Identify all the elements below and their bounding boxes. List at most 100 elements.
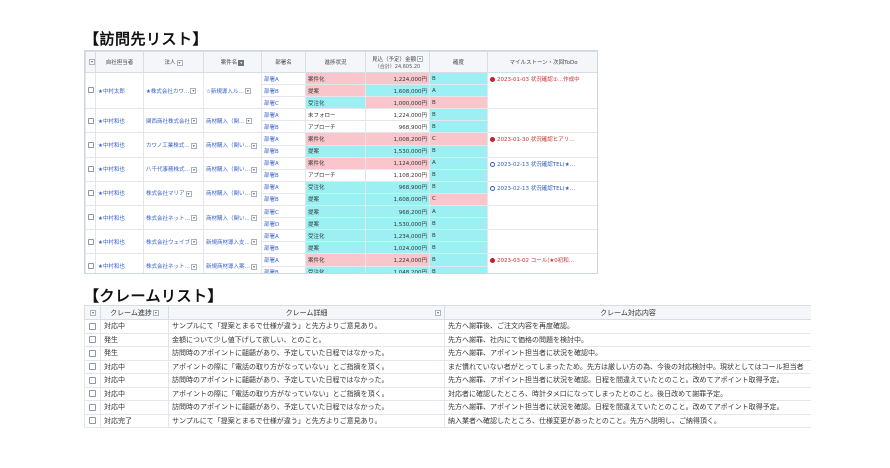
claim-detail-cell[interactable]: 訪問時のアポイントに齟齬があり、予定していた日程ではなかった。 bbox=[168, 346, 445, 361]
product-cell[interactable]: 新規商材導入支… ▾ bbox=[203, 229, 262, 255]
rank-cell[interactable]: B bbox=[429, 120, 488, 134]
status-cell[interactable]: 案件化 bbox=[305, 156, 366, 170]
status-cell[interactable]: 受注化 bbox=[305, 265, 366, 273]
owner-cell[interactable]: ★中村和也 bbox=[95, 108, 144, 134]
product-cell[interactable]: 商材購入（関い… ▾ bbox=[203, 132, 262, 158]
rank-cell[interactable]: B bbox=[429, 144, 488, 158]
claim-status-cell[interactable]: 対応中 bbox=[100, 359, 169, 374]
product-cell[interactable]: 商材購入（関い… ▾ bbox=[203, 180, 262, 207]
company-header[interactable]: 法人 ▾ bbox=[143, 51, 204, 73]
visit-row-select[interactable] bbox=[85, 156, 96, 182]
rank-cell[interactable]: B bbox=[429, 241, 488, 255]
milestone-cell[interactable]: 2023-03-02 コール(★0初和… bbox=[487, 253, 597, 273]
claim-response-cell[interactable]: 先方へ謝罪、アポイント担当者に状況を確認。日程を間違えていたとのこと。改めてアポ… bbox=[444, 400, 811, 415]
amount-cell[interactable]: 1,530,000円 bbox=[365, 144, 430, 158]
status-cell[interactable]: 提案 bbox=[305, 192, 366, 207]
claim-status-cell[interactable]: 発生 bbox=[100, 346, 169, 361]
company-cell[interactable]: カワノ工業株式… ▾ bbox=[143, 132, 204, 158]
claim-row[interactable]: 対応中 アポイントの際に「電話の取り方がなっていない」とご指摘を頂く。 まだ慣れてい… bbox=[84, 359, 811, 374]
product-dropdown-icon[interactable]: ▾ bbox=[251, 239, 258, 246]
company-cell[interactable]: 株式会社ネット… ▾ bbox=[143, 205, 204, 231]
claim-detail-cell[interactable]: 訪問時のアポイントに齟齬があり、予定していた日程ではなかった。 bbox=[168, 400, 445, 415]
status-cell[interactable]: 受注化 bbox=[305, 96, 366, 110]
claim-row-checkbox[interactable] bbox=[89, 336, 96, 344]
product-dropdown-icon[interactable]: ▾ bbox=[251, 142, 258, 149]
amount-cell[interactable]: 1,108,200円 bbox=[365, 168, 430, 182]
claim-status-filter-icon[interactable]: ▾ bbox=[152, 309, 159, 316]
company-cell[interactable]: 八千代事務株式… ▾ bbox=[143, 156, 204, 182]
visit-row[interactable]: ★中村和也 株式会社ネット… ▾ 商材購入（関い… ▾ 部署C 提案 968,200円 A bbox=[85, 205, 597, 231]
amount-cell[interactable]: 1,024,000円 bbox=[365, 241, 430, 255]
select-all-dropdown-icon[interactable]: ▾ bbox=[89, 58, 95, 65]
visit-row-select[interactable] bbox=[85, 71, 96, 110]
claim-response-cell[interactable]: 対応者に確認したところ、時計タメ口になってしまったとのこと。後日改めて謝罪予定。 bbox=[444, 386, 811, 401]
amount-cell[interactable]: 1,048,200円 bbox=[365, 265, 430, 273]
row-checkbox[interactable] bbox=[88, 87, 94, 94]
rank-header[interactable]: 確度 bbox=[429, 51, 488, 73]
visit-row[interactable]: ★中村和也 株式会社マリア ▾ 商材購入（関い… ▾ 部署A 受注化 968,900円 B 202… bbox=[85, 180, 597, 207]
visit-row[interactable]: ★中村和也 株式会社ウェイブ ▾ 新規商材導入支… ▾ 部署A 受注化 1,234,000円 B bbox=[85, 229, 597, 255]
amount-cell[interactable]: 1,008,200円 bbox=[365, 132, 430, 146]
milestone-cell[interactable] bbox=[487, 205, 597, 231]
owner-cell[interactable]: ★中村和也 bbox=[95, 156, 144, 182]
product-link[interactable]: 商材購入（関… bbox=[206, 119, 245, 125]
claim-detail-cell[interactable]: 金額について少し値下げして欲しい、とのこと。 bbox=[168, 332, 445, 347]
dept-cell[interactable]: 部署A bbox=[261, 229, 306, 243]
claim-response-cell[interactable]: 納入業者へ確認したところ、仕様変更があったとのこと。先方へ説明し、ご納得頂く。 bbox=[444, 413, 811, 428]
claim-row[interactable]: 対応中 訪問時のアポイントに齟齬があり、予定していた日程ではなかった。 先方へ謝罪、… bbox=[84, 400, 811, 415]
row-checkbox[interactable] bbox=[88, 117, 94, 124]
product-dropdown-icon[interactable]: ▾ bbox=[251, 215, 258, 222]
claim-row[interactable]: 対応完了 サンプルにて「提案とまるで仕様が違う」と先方よりご意見あり。 納入業者へ確… bbox=[84, 413, 811, 428]
rank-cell[interactable]: B bbox=[429, 229, 488, 243]
rank-cell[interactable]: B bbox=[429, 108, 488, 122]
claim-row-select[interactable] bbox=[84, 413, 101, 428]
claim-response-cell[interactable]: 先方へ謝罪、社内にて価格の問題を検討中。 bbox=[444, 332, 811, 347]
status-cell[interactable]: アプローチ bbox=[305, 168, 366, 182]
claim-row-checkbox[interactable] bbox=[89, 322, 96, 330]
rank-cell[interactable]: A bbox=[429, 84, 488, 98]
status-cell[interactable]: 受注化 bbox=[305, 180, 366, 194]
status-cell[interactable]: 案件化 bbox=[305, 132, 366, 146]
claim-row[interactable]: 発生 金額について少し値下げして欲しい、とのこと。 先方へ謝罪、社内にて価格の問題を… bbox=[84, 332, 811, 347]
product-cell[interactable]: 商材購入（関… ▾ bbox=[203, 108, 262, 134]
amount-cell[interactable]: 1,234,000円 bbox=[365, 229, 430, 243]
claim-row[interactable]: 対応中 アポイントの際に「電話の取り方がなっていない」とご指摘を頂く。 対応者に確認… bbox=[84, 386, 811, 401]
company-cell[interactable]: ★株式会社カワ… ▾ bbox=[143, 71, 204, 110]
status-cell[interactable]: アプローチ bbox=[305, 120, 366, 134]
company-cell[interactable]: 株式会社ネット… ▾ bbox=[143, 253, 204, 273]
claim-response-cell[interactable]: 先方へ謝罪、アポイント担当者に状況を確認。日程を間違えていたとのこと。改めてアポ… bbox=[444, 373, 811, 388]
company-link[interactable]: 株式会社ネット… bbox=[146, 216, 190, 222]
amount-cell[interactable]: 968,900円 bbox=[365, 120, 430, 134]
owner-header[interactable]: 自社担当者 bbox=[95, 51, 144, 73]
claim-row-checkbox[interactable] bbox=[89, 349, 96, 357]
claim-detail-cell[interactable]: サンプルにて「提案とまるで仕様が違う」と先方よりご意見あり。 bbox=[168, 413, 445, 428]
product-link[interactable]: 商材購入（関い… bbox=[206, 191, 250, 197]
company-link[interactable]: 株式会社ネット… bbox=[146, 264, 190, 270]
rank-cell[interactable]: B bbox=[429, 180, 488, 194]
status-cell[interactable]: 受注化 bbox=[305, 229, 366, 243]
claim-response-cell[interactable]: 先方へ謝罪、アポイント担当者に状況を確認中。 bbox=[444, 346, 811, 361]
rank-cell[interactable]: B bbox=[429, 96, 488, 110]
claim-response-header[interactable]: クレーム対応内容 bbox=[444, 305, 811, 320]
owner-cell[interactable]: ★中村和也 bbox=[95, 180, 144, 207]
product-dropdown-icon[interactable]: ▾ bbox=[244, 88, 251, 95]
claim-response-cell[interactable]: 先方へ謝罪後、ご注文内容を再度確認。 bbox=[444, 319, 811, 334]
claim-row-select[interactable] bbox=[84, 332, 101, 347]
dept-cell[interactable]: 部署A bbox=[261, 156, 306, 170]
dept-cell[interactable]: 部署A bbox=[261, 132, 306, 146]
dept-cell[interactable]: 部署B bbox=[261, 192, 306, 207]
company-cell[interactable]: 株式会社ウェイブ ▾ bbox=[143, 229, 204, 255]
claim-status-cell[interactable]: 対応中 bbox=[100, 400, 169, 415]
claim-row-select[interactable] bbox=[84, 319, 101, 334]
claim-status-cell[interactable]: 対応中 bbox=[100, 386, 169, 401]
claim-detail-cell[interactable]: サンプルにて「提案とまるで仕様が違う」と先方よりご意見あり。 bbox=[168, 319, 445, 334]
amount-cell[interactable]: 1,608,000円 bbox=[365, 192, 430, 207]
amount-cell[interactable]: 1,530,000円 bbox=[365, 217, 430, 231]
company-dropdown-icon[interactable]: ▾ bbox=[191, 263, 198, 270]
dept-cell[interactable]: 部署B bbox=[261, 265, 306, 273]
status-header[interactable]: 進捗状況 bbox=[305, 51, 366, 73]
product-cell[interactable]: 新規商材導入案… ▾ bbox=[203, 253, 262, 273]
dept-cell[interactable]: 部署A bbox=[261, 180, 306, 194]
status-cell[interactable]: 提案 bbox=[305, 144, 366, 158]
claim-row[interactable]: 対応中 訪問時のアポイントに齟齬があり、予定していた日程ではなかった。 先方へ謝罪、… bbox=[84, 373, 811, 388]
